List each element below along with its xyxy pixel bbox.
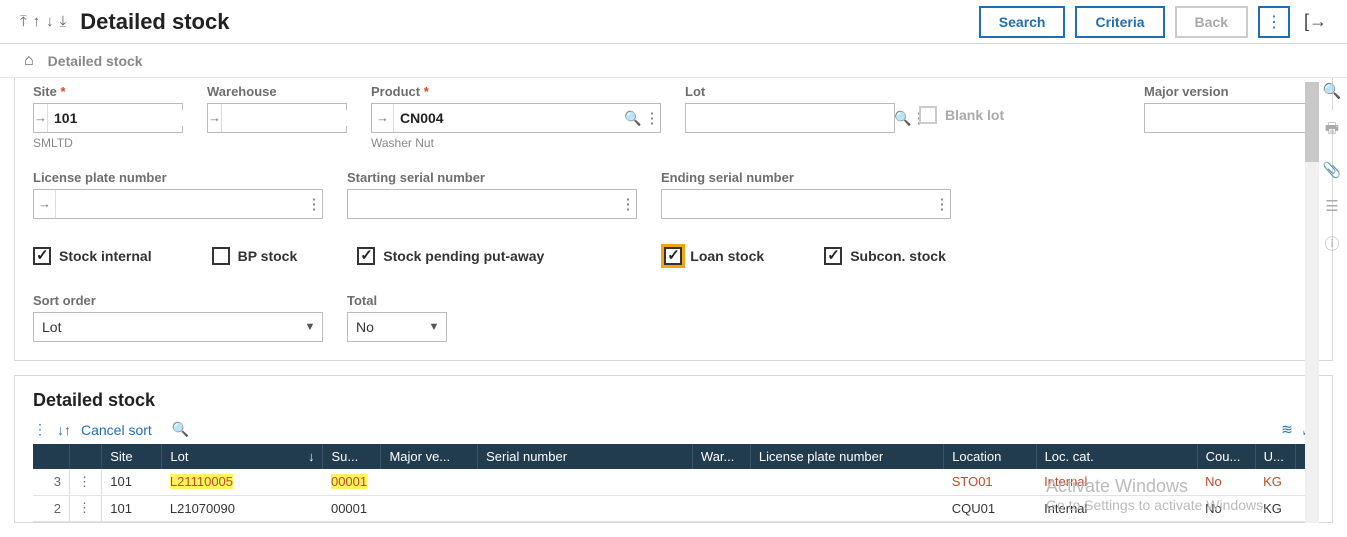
stock-pending-checkbox[interactable] (357, 247, 375, 265)
col-war[interactable]: War... (692, 444, 750, 469)
exit-icon[interactable]: [→ (1304, 11, 1327, 32)
criteria-button[interactable]: Criteria (1075, 6, 1164, 38)
arrow-bottom-icon[interactable]: ⤓ (60, 13, 67, 30)
bp-stock-checkbox[interactable] (212, 247, 230, 265)
go-icon[interactable]: → (208, 104, 222, 132)
col-site[interactable]: Site (102, 444, 162, 469)
lot-label: Lot (685, 84, 895, 99)
field-menu-icon[interactable]: ⋮ (934, 195, 950, 213)
col-loccat[interactable]: Loc. cat. (1036, 444, 1197, 469)
col-cou[interactable]: Cou... (1197, 444, 1255, 469)
start-serial-label: Starting serial number (347, 170, 637, 185)
lpn-input[interactable] (56, 196, 306, 212)
arrow-down-icon[interactable]: ↓ (46, 13, 54, 30)
grid-search-icon[interactable]: 🔍 (172, 421, 189, 438)
results-title: Detailed stock (33, 390, 1314, 411)
home-icon[interactable]: ⌂ (24, 52, 34, 70)
lpn-label: License plate number (33, 170, 323, 185)
stock-internal-label: Stock internal (59, 248, 152, 264)
stock-pending-label: Stock pending put-away (383, 248, 544, 264)
grid-menu-icon[interactable]: ⋮ (33, 421, 47, 438)
subcon-stock-checkbox[interactable] (824, 247, 842, 265)
field-menu-icon[interactable]: ⋮ (644, 109, 660, 127)
end-serial-input[interactable] (662, 196, 934, 212)
arrow-up-icon[interactable]: ↑ (33, 13, 41, 30)
rail-info-icon[interactable]: ⓘ (1324, 233, 1339, 254)
vertical-scrollbar[interactable]: ▲ (1305, 82, 1319, 523)
col-serial[interactable]: Serial number (478, 444, 693, 469)
col-major[interactable]: Major ve... (381, 444, 478, 469)
rail-attach-icon[interactable]: 📎 (1323, 161, 1342, 179)
lot-input[interactable] (686, 110, 894, 126)
breadcrumb: Detailed stock (48, 53, 143, 69)
product-desc: Washer Nut (371, 136, 661, 150)
start-serial-input[interactable] (348, 196, 620, 212)
go-icon[interactable]: → (34, 104, 48, 132)
layers-icon[interactable]: ≋ (1281, 421, 1293, 438)
col-lpn[interactable]: License plate number (750, 444, 943, 469)
rail-list-icon[interactable]: ☰ (1325, 197, 1338, 215)
page-title: Detailed stock (80, 9, 229, 35)
product-label: Product (371, 84, 661, 99)
total-label: Total (347, 293, 447, 308)
search-icon[interactable]: 🔍 (894, 110, 911, 127)
col-lot[interactable]: Lot↓ (162, 444, 323, 469)
table-row[interactable]: 2⋮ 101 L21070090 00001 CQU01 Internal No… (33, 495, 1314, 521)
stock-internal-checkbox[interactable] (33, 247, 51, 265)
rail-print-icon[interactable]: 🖶 (1325, 118, 1339, 143)
site-desc: SMLTD (33, 136, 183, 150)
site-label: Site (33, 84, 183, 99)
major-version-label: Major version (1144, 84, 1314, 99)
blank-lot-label: Blank lot (945, 107, 1004, 123)
back-button[interactable]: Back (1175, 6, 1248, 38)
col-location[interactable]: Location (944, 444, 1036, 469)
go-icon[interactable]: → (34, 190, 56, 218)
loan-stock-checkbox[interactable] (664, 247, 682, 265)
blank-lot-checkbox (919, 106, 937, 124)
end-serial-label: Ending serial number (661, 170, 951, 185)
cancel-sort-link[interactable]: Cancel sort (81, 422, 152, 438)
field-menu-icon[interactable]: ⋮ (306, 195, 322, 213)
go-icon[interactable]: → (372, 104, 394, 132)
table-row[interactable]: 3⋮ 101 L21110005 00001 STO01 Internal No… (33, 469, 1314, 495)
sort-order-label: Sort order (33, 293, 323, 308)
col-su[interactable]: Su... (323, 444, 381, 469)
col-u[interactable]: U... (1255, 444, 1295, 469)
bp-stock-label: BP stock (238, 248, 298, 264)
field-menu-icon[interactable]: ⋮ (620, 195, 636, 213)
arrow-top-icon[interactable]: ⤒ (20, 13, 27, 30)
header-menu-button[interactable]: ⋮ (1258, 6, 1290, 38)
product-input[interactable] (394, 110, 622, 126)
rail-search-icon[interactable]: 🔍 (1323, 82, 1342, 100)
subcon-stock-label: Subcon. stock (850, 248, 946, 264)
warehouse-label: Warehouse (207, 84, 347, 99)
loan-stock-label: Loan stock (690, 248, 764, 264)
sort-order-select[interactable]: Lot▼ (33, 312, 323, 342)
total-select[interactable]: No▼ (347, 312, 447, 342)
sort-icon[interactable]: ↓↑ (57, 422, 71, 438)
search-button[interactable]: Search (979, 6, 1066, 38)
search-icon[interactable]: 🔍 (622, 110, 644, 127)
